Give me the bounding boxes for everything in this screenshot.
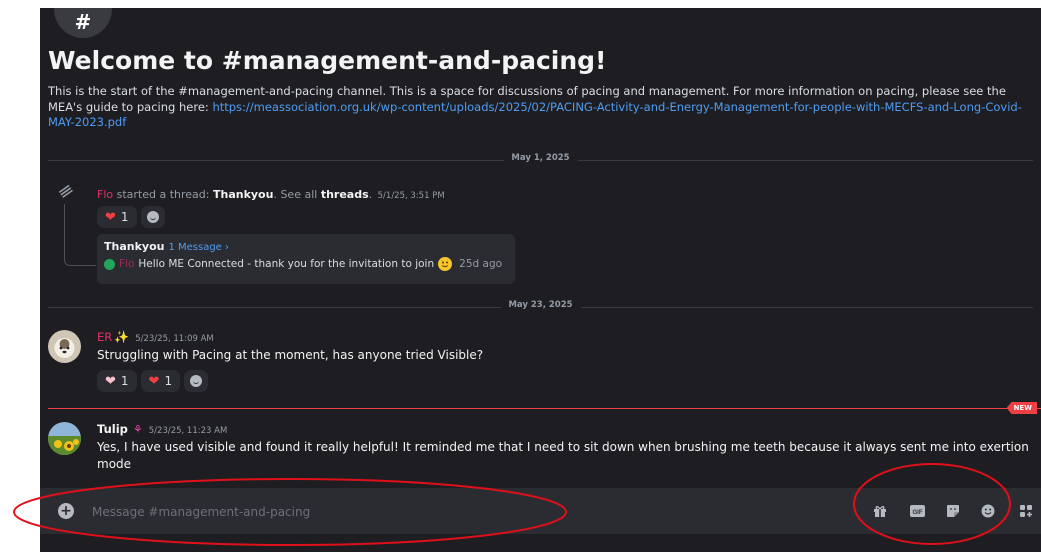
add-reaction-button[interactable]: [184, 370, 209, 392]
thread-timestamp: 5/1/25, 3:51 PM: [377, 191, 445, 201]
sparkles-icon: ✨: [114, 330, 130, 344]
message-input[interactable]: [90, 496, 854, 528]
slightly-smiling-face-icon: [438, 257, 453, 271]
thread-reactions: ❤ 1: [97, 206, 165, 228]
message-author[interactable]: ER: [97, 330, 112, 344]
preview-text: Hello ME Connected - thank you for the i…: [138, 258, 435, 270]
preview-user: Flo: [119, 258, 135, 270]
date-divider: May 1, 2025: [48, 153, 1033, 163]
pink-heart-icon: ❤: [105, 373, 116, 389]
date-divider-label: May 23, 2025: [500, 300, 581, 310]
thread-author[interactable]: Flo: [97, 188, 113, 201]
message-text: Struggling with Pacing at the moment, ha…: [97, 348, 484, 362]
welcome-title: Welcome to #management-and-pacing!: [48, 46, 607, 75]
add-reaction-icon: [146, 211, 159, 223]
message-reactions: ❤ 1 ❤ 1: [97, 370, 209, 392]
chat-panel: # Welcome to #management-and-pacing! Thi…: [40, 8, 1041, 552]
thread-start-line: Flo started a thread: Thankyou. See all …: [97, 188, 445, 201]
avatar[interactable]: [48, 330, 81, 363]
gift-icon[interactable]: [872, 504, 887, 518]
reaction-red-heart[interactable]: ❤ 1: [140, 370, 181, 392]
message-timestamp: 5/23/25, 11:23 AM: [148, 426, 228, 436]
reaction-red-heart[interactable]: ❤ 1: [97, 206, 137, 228]
svg-text:GIF: GIF: [913, 510, 923, 516]
message-author[interactable]: Tulip: [97, 422, 128, 436]
channel-description: This is the start of the #management-and…: [48, 84, 1033, 131]
message-composer: + GIF: [40, 488, 1041, 534]
new-messages-divider: NEW: [48, 402, 1041, 414]
add-reaction-icon: [190, 375, 203, 387]
preview-avatar: [104, 258, 115, 270]
message-text: Yes, I have used visible and found it re…: [97, 440, 1029, 471]
message-timestamp: 5/23/25, 11:09 AM: [135, 334, 214, 344]
thread-name-link[interactable]: Thankyou: [213, 188, 273, 201]
channel-hash-icon: #: [54, 8, 112, 38]
thread-message-count[interactable]: 1 Message ›: [168, 242, 229, 253]
date-divider: May 23, 2025: [48, 300, 1033, 310]
message-header: Tulip ⚘ 5/23/25, 11:23 AM: [97, 422, 227, 436]
see-all-threads-link[interactable]: threads: [321, 188, 369, 201]
tulip-icon: ⚘: [132, 423, 143, 436]
red-heart-icon: ❤: [105, 209, 116, 225]
sticker-icon[interactable]: [945, 504, 960, 518]
thread-icon: [56, 182, 78, 205]
red-heart-icon: ❤: [148, 373, 160, 389]
date-divider-label: May 1, 2025: [503, 153, 578, 163]
avatar[interactable]: [48, 422, 81, 455]
thread-connector-line: [64, 204, 96, 266]
apps-icon[interactable]: [1018, 504, 1033, 518]
thread-card-title: Thankyou: [104, 240, 165, 253]
emoji-icon[interactable]: [980, 504, 995, 518]
thread-card[interactable]: Thankyou 1 Message › Flo Hello ME Connect…: [97, 234, 515, 284]
add-attachment-button[interactable]: +: [58, 503, 74, 519]
gif-icon[interactable]: GIF: [910, 504, 925, 518]
reaction-pink-heart[interactable]: ❤ 1: [97, 370, 137, 392]
add-reaction-button[interactable]: [140, 206, 165, 228]
new-badge: NEW: [1006, 402, 1037, 414]
message-header: ER ✨ 5/23/25, 11:09 AM: [97, 330, 214, 344]
preview-ago: 25d ago: [459, 258, 503, 270]
